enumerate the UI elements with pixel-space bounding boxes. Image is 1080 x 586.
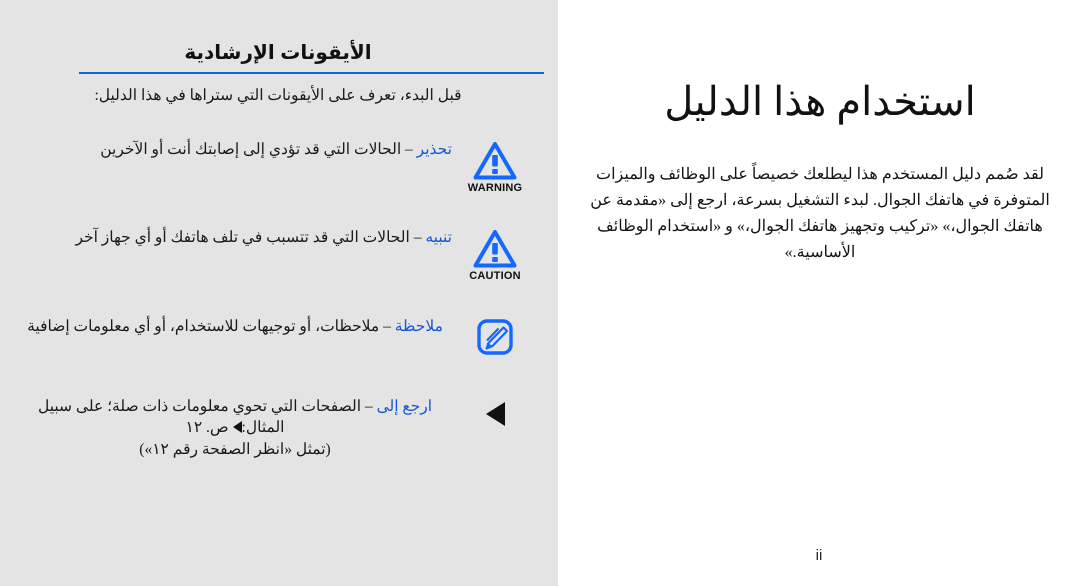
guide-title: استخدام هذا الدليل [664, 79, 976, 124]
refer-example-note: (تمثل «انظر الصفحة رقم ١٢») [139, 440, 331, 458]
warning-icon-cell: WARNING [452, 139, 538, 194]
guide-body-text: لقد صُمم دليل المستخدم هذا ليطلعك خصيصاً… [590, 166, 1050, 261]
list-item: WARNING تحذير – الحالات التي قد تؤدي إلى… [18, 139, 538, 194]
warning-keyword: تحذير [416, 141, 452, 158]
list-item: CAUTION تنبيه – الحالات التي قد تتسبب في… [18, 227, 538, 282]
caution-triangle-icon [473, 230, 517, 268]
warning-caption: WARNING [467, 182, 523, 194]
list-item: ملاحظة – ملاحظات، أو توجيهات للاستخدام، … [18, 316, 538, 357]
title-divider [79, 72, 544, 74]
guide-panel: استخدام هذا الدليل لقد صُمم دليل المستخد… [558, 0, 1080, 586]
page-number: ii [815, 547, 823, 564]
icons-panel: الأيقونات الإرشادية قبل البدء، تعرف على … [0, 0, 558, 586]
warning-text: – الحالات التي قد تؤدي إلى إصابتك أنت أو… [100, 141, 417, 158]
caution-caption: CAUTION [469, 270, 521, 282]
warning-description: تحذير – الحالات التي قد تؤدي إلى إصابتك … [18, 139, 452, 160]
note-description: ملاحظة – ملاحظات، أو توجيهات للاستخدام، … [18, 316, 452, 337]
refer-to-arrow-icon [485, 402, 505, 426]
warning-triangle-icon [473, 142, 517, 180]
caution-description: تنبيه – الحالات التي قد تتسبب في تلف هات… [18, 227, 452, 248]
manual-page: الأيقونات الإرشادية قبل البدء، تعرف على … [0, 0, 1080, 586]
note-keyword: ملاحظة [394, 318, 443, 335]
refer-keyword: ارجع إلى [376, 398, 433, 415]
caution-icon-cell: CAUTION [452, 227, 538, 282]
page-title: الأيقونات الإرشادية [184, 42, 372, 64]
refer-description: ارجع إلى – الصفحات التي تحوي معلومات ذات… [18, 396, 452, 460]
refer-icon-cell [452, 396, 538, 426]
note-icon-cell [452, 316, 538, 357]
note-pencil-icon [477, 319, 513, 355]
list-item: ارجع إلى – الصفحات التي تحوي معلومات ذات… [18, 396, 538, 460]
caution-keyword: تنبيه [425, 229, 452, 246]
note-text: – ملاحظات، أو توجيهات للاستخدام، أو أي م… [27, 318, 395, 335]
refer-example: ص. ١٢ [185, 419, 233, 437]
caution-text: – الحالات التي قد تتسبب في تلف هاتفك أو … [75, 229, 426, 246]
inline-left-arrow-icon [232, 421, 242, 434]
intro-text: قبل البدء، تعرف على الأيقونات التي ستراه… [94, 87, 462, 104]
